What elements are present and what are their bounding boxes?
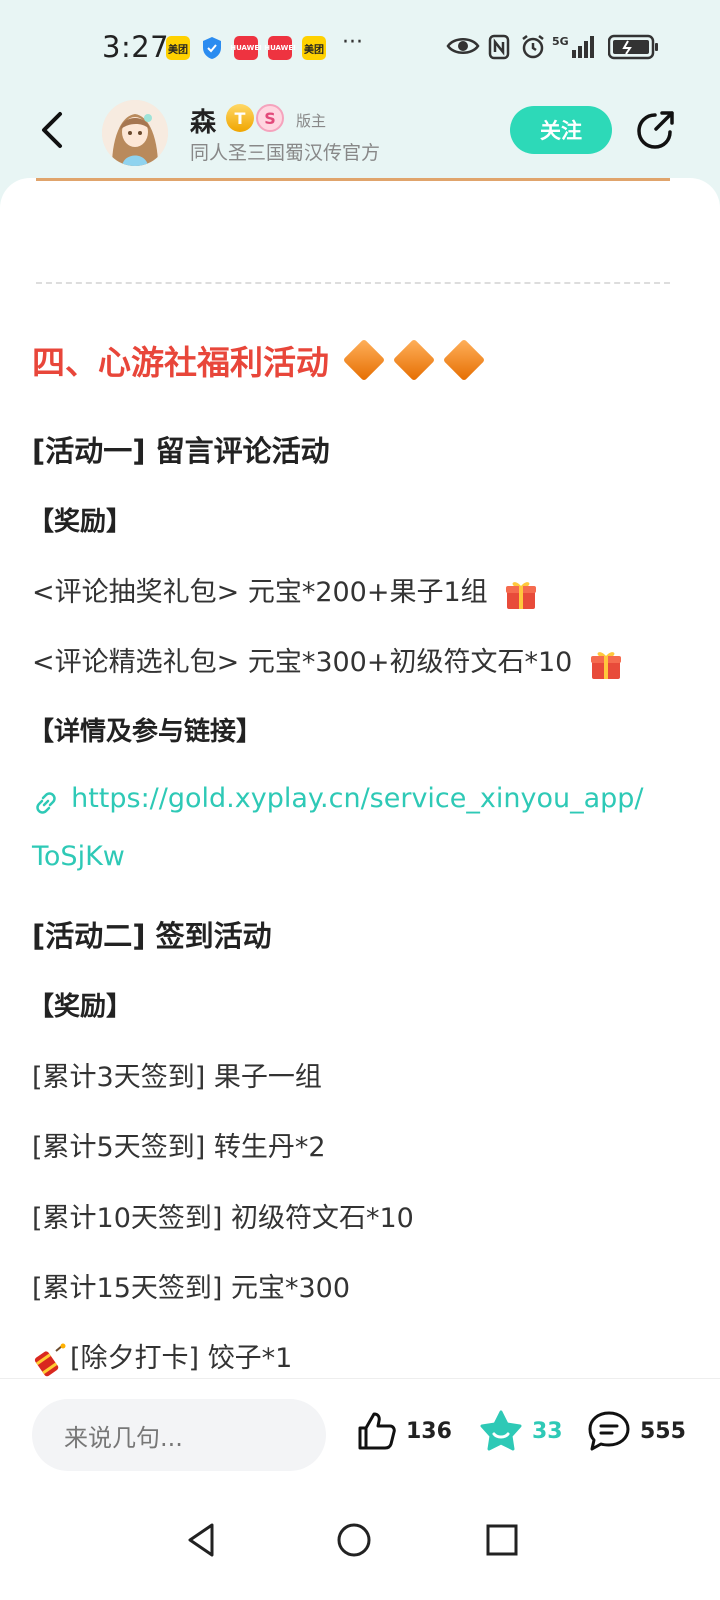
orange-diamond-icon: [342, 338, 386, 382]
nav-back-icon[interactable]: [180, 1518, 224, 1562]
orange-diamond-icon: [442, 338, 486, 382]
meituan-app-icon: 美团: [166, 36, 190, 60]
meituan-app-icon-2: 美团: [302, 36, 326, 60]
activity1-link[interactable]: https://gold.xyplay.cn/service_xinyou_ap…: [32, 783, 644, 817]
svg-text:5G: 5G: [552, 35, 569, 48]
comment-button[interactable]: 555: [586, 1409, 686, 1453]
eye-icon: [446, 38, 480, 54]
status-time: 3:27: [102, 30, 170, 64]
firecracker-icon: [34, 1343, 66, 1376]
role-tag: 版主: [296, 112, 327, 130]
alarm-icon: [522, 35, 544, 59]
section-title-text: 四、心游社福利活动: [32, 343, 329, 382]
back-arrow-icon[interactable]: [36, 110, 70, 150]
thumbs-up-icon: [358, 1412, 396, 1450]
like-button[interactable]: 136: [354, 1409, 452, 1453]
post-header: 森 T S 版主 同人圣三国蜀汉传官方 关注: [0, 96, 720, 176]
author-description: 同人圣三国蜀汉传官方: [190, 142, 381, 164]
nfc-icon: [488, 34, 510, 60]
like-count: 136: [406, 1418, 452, 1444]
huawei-app-icon-2: HUAWEI: [264, 36, 296, 60]
nav-home-icon[interactable]: [332, 1518, 376, 1562]
activity2-reward-heading: 【奖励】: [28, 992, 133, 1022]
signin-reward-item: [累计5天签到] 转生丹*2: [32, 1132, 326, 1163]
huawei-app-icon: HUAWEI: [230, 36, 262, 60]
signin-reward-item: [除夕打卡] 饺子*1: [32, 1336, 292, 1377]
level-badge-icon: T: [226, 104, 254, 132]
activity1-reward1: <评论抽奖礼包> 元宝*200+果子1组: [32, 570, 538, 611]
orange-diamond-icon: [392, 338, 436, 382]
signal-icon: 5G: [552, 35, 594, 58]
comment-bubble-icon: [588, 1411, 630, 1451]
reward1-text: <评论抽奖礼包> 元宝*200+果子1组: [32, 577, 488, 608]
new-year-eve-reward-text: [除夕打卡] 饺子*1: [70, 1343, 293, 1374]
follow-button[interactable]: 关注: [510, 106, 612, 154]
reward2-text: <评论精选礼包> 元宝*300+初级符文石*10: [32, 647, 573, 678]
comment-input[interactable]: 来说几句...: [32, 1399, 326, 1471]
section-title: 四、心游社福利活动: [32, 336, 486, 384]
nav-recents-icon[interactable]: [480, 1518, 524, 1562]
author-name[interactable]: 森: [190, 102, 216, 139]
post-content: 四、心游社福利活动 [活动一] 留言评论活动 【奖励】 <评论抽奖礼包> 元宝*…: [0, 178, 720, 1378]
shield-icon: [200, 36, 224, 60]
favorite-button[interactable]: 33: [478, 1409, 563, 1453]
signin-reward-item: [累计15天签到] 元宝*300: [32, 1273, 351, 1304]
activity1-reward2: <评论精选礼包> 元宝*300+初级符文石*10: [32, 640, 623, 681]
post-image-edge: [36, 178, 670, 181]
status-bar: 3:27 美团 HUAWEI HUAWEI 美团 ··· 5G: [0, 0, 720, 96]
share-icon[interactable]: [634, 108, 678, 152]
battery-icon: [608, 34, 658, 60]
author-avatar[interactable]: [102, 100, 168, 166]
activity2-title: [活动二] 签到活动: [32, 919, 272, 953]
comment-count: 555: [640, 1418, 686, 1444]
bottom-action-bar: 来说几句... 136 33 555: [0, 1378, 720, 1490]
activity1-details-heading: 【详情及参与链接】: [28, 717, 263, 747]
link-icon: [36, 791, 56, 814]
gift-icon: [590, 651, 621, 679]
favorite-count: 33: [532, 1418, 563, 1444]
dashed-divider: [36, 282, 670, 284]
activity1-title: [活动一] 留言评论活动: [32, 434, 330, 468]
activity1-reward-heading: 【奖励】: [28, 507, 133, 537]
signin-reward-item: [累计10天签到] 初级符文石*10: [32, 1203, 414, 1234]
medal-badge-icon: S: [256, 104, 284, 132]
system-nav-bar: [0, 1490, 720, 1600]
signin-reward-item: [累计3天签到] 果子一组: [32, 1062, 322, 1093]
star-icon: [480, 1410, 522, 1451]
link-text-line1[interactable]: https://gold.xyplay.cn/service_xinyou_ap…: [71, 783, 643, 814]
gift-icon: [506, 581, 537, 609]
link-text-line2[interactable]: ToSjKw: [32, 841, 125, 872]
more-notifications-icon: ···: [342, 30, 363, 55]
